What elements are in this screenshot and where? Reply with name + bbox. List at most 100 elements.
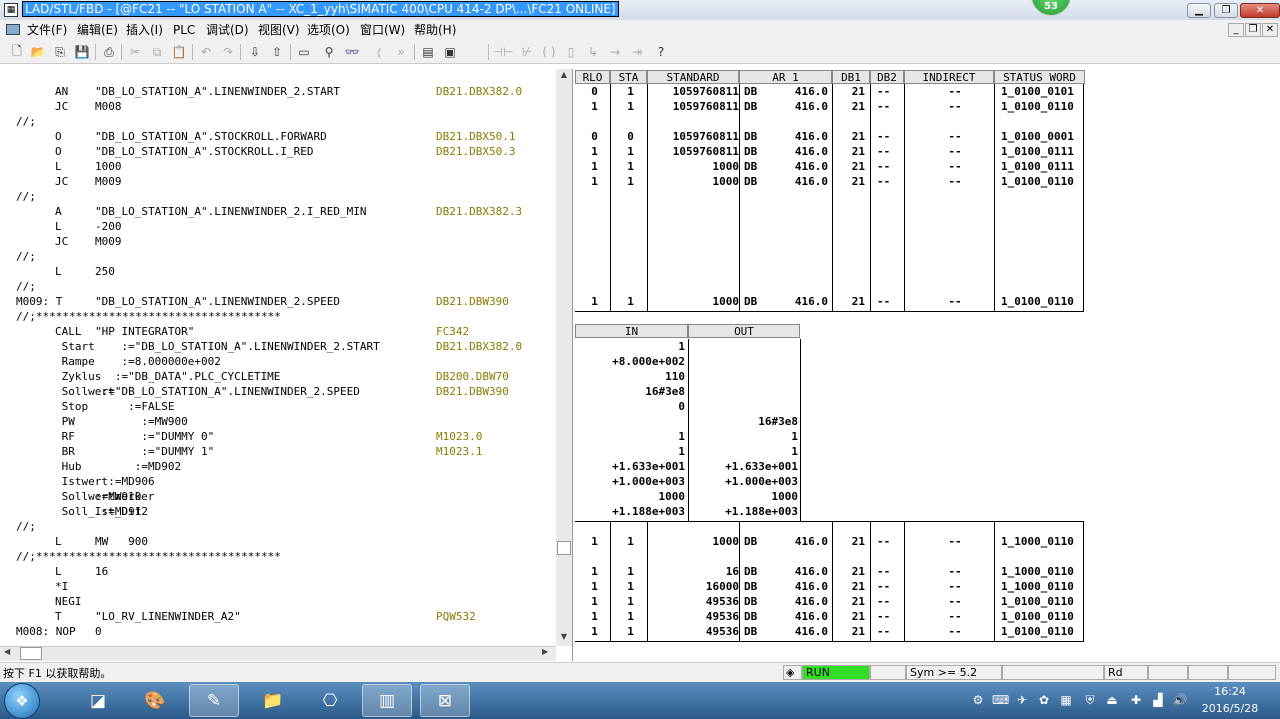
monitor-icon[interactable]: ▭ [295, 43, 313, 61]
tray-icon[interactable]: ▦ [1058, 692, 1074, 708]
code-line[interactable]: AN "DB_LO_STATION_A".LINENWINDER_2.START D… [0, 84, 556, 99]
code-line[interactable]: //; [0, 189, 556, 204]
code-line[interactable]: O "DB_LO_STATION_A".STOCKROLL.I_RED DB21.D… [0, 144, 556, 159]
menu-insert[interactable]: 插入(I) [126, 22, 163, 38]
code-line[interactable]: Start :="DB_LO_STATION_A".LINENWINDER_2.… [0, 339, 556, 354]
tray-network-icon[interactable]: ▟ [1150, 692, 1166, 708]
horizontal-scrollbar[interactable] [0, 646, 556, 661]
next-icon[interactable]: » [392, 43, 410, 61]
panel2-icon[interactable]: ▣ [441, 43, 459, 61]
taskbar-pdf-icon[interactable]: ⎔ [305, 684, 355, 717]
mdi-document-icon[interactable] [6, 24, 20, 35]
accessible-nodes-icon[interactable]: ⎘ [51, 43, 69, 61]
code-line[interactable]: L 1000 [0, 159, 556, 174]
tray-shield-icon[interactable]: ⛨ [1082, 692, 1098, 708]
scroll-down-icon[interactable]: ▼ [557, 632, 571, 644]
restore-button[interactable]: ❐ [1214, 3, 1238, 18]
code-line[interactable]: NEGI [0, 594, 556, 609]
taskbar-folder-icon[interactable]: 📁 [248, 684, 298, 717]
code-line[interactable]: PW :=MW900 [0, 414, 556, 429]
code-line[interactable]: Zyklus :="DB_DATA".PLC_CYCLETIME DB200.DB… [0, 369, 556, 384]
tray-icon[interactable]: ✈ [1014, 692, 1030, 708]
overview-icon[interactable]: ⚲ [320, 43, 338, 61]
menu-options[interactable]: 选项(O) [307, 22, 350, 38]
menu-file[interactable]: 文件(F) [27, 22, 67, 38]
glasses-icon[interactable]: 👓 [343, 43, 361, 61]
menu-debug[interactable]: 调试(D) [206, 22, 249, 38]
tray-icon[interactable]: ⚙ [970, 692, 986, 708]
menu-window[interactable]: 窗口(W) [360, 22, 405, 38]
coil-icon[interactable]: ( ) [540, 43, 558, 61]
clock-date[interactable]: 2016/5/28 [1200, 702, 1260, 715]
code-line[interactable]: T "LO_RV_LINENWINDER_A2" PQW532 [0, 609, 556, 624]
upload-icon[interactable]: ⇧ [268, 43, 286, 61]
taskbar-explorer-icon[interactable]: ◪ [73, 684, 123, 717]
code-line[interactable]: JC M009 [0, 174, 556, 189]
minimize-button[interactable]: ▁ [1187, 3, 1211, 18]
code-line[interactable]: CALL "HP INTEGRATOR" FC342 [0, 324, 556, 339]
scroll-right-icon[interactable]: ▶ [542, 647, 548, 656]
code-line[interactable]: Sollwertmerker:=MW910 [0, 489, 556, 504]
code-line[interactable]: //; [0, 114, 556, 129]
code-line[interactable]: L 250 [0, 264, 556, 279]
redo-icon[interactable]: ↷ [219, 43, 237, 61]
code-line[interactable]: Soll_Ist_Dif :=MD912 [0, 504, 556, 519]
close-button[interactable]: ✕ [1240, 3, 1280, 18]
contact-no-icon[interactable]: ⊣⊢ [493, 43, 514, 61]
tray-volume-icon[interactable]: 🔊 [1172, 692, 1188, 708]
horizontal-scroll-thumb[interactable] [20, 647, 42, 660]
taskbar-paint-icon[interactable]: 🎨 [130, 684, 180, 717]
code-line[interactable]: Rampe :=8.000000e+002 [0, 354, 556, 369]
app-icon[interactable]: ▦ [4, 3, 18, 17]
code-line[interactable]: //;************************************* [0, 309, 556, 324]
paste-icon[interactable]: 📋 [170, 43, 188, 61]
mdi-minimize-button[interactable]: _ [1228, 23, 1244, 37]
tray-icon[interactable]: ✚ [1128, 692, 1144, 708]
code-line[interactable]: Sollwert :="DB_LO_STATION_A".LINENWINDER… [0, 384, 556, 399]
code-line[interactable]: //;************************************* [0, 549, 556, 564]
code-line[interactable]: JC M009 [0, 234, 556, 249]
tray-icon[interactable]: ✿ [1036, 692, 1052, 708]
branch-close-icon[interactable]: → [606, 43, 624, 61]
cut-icon[interactable]: ✂ [126, 43, 144, 61]
tray-device-icon[interactable]: ⏏ [1104, 692, 1120, 708]
code-line[interactable]: *I [0, 579, 556, 594]
code-line[interactable]: JC M008 [0, 99, 556, 114]
menu-help[interactable]: 帮助(H) [414, 22, 456, 38]
code-line[interactable]: RF :="DUMMY 0" M1023.0 [0, 429, 556, 444]
taskbar-simatic-icon[interactable]: ⊠ [420, 684, 470, 717]
vertical-scrollbar[interactable] [556, 69, 572, 646]
code-line[interactable]: L MW 900 [0, 534, 556, 549]
breakpoint-icon[interactable]: ⦅ [370, 43, 388, 61]
taskbar-ladder-icon[interactable]: ▥ [362, 684, 412, 717]
mdi-restore-button[interactable]: ❐ [1245, 23, 1261, 37]
download-icon[interactable]: ⇩ [246, 43, 264, 61]
contact-nc-icon[interactable]: ⊬ [518, 43, 536, 61]
scroll-up-icon[interactable]: ▲ [557, 70, 571, 82]
clock-time[interactable]: 16:24 [1200, 685, 1260, 698]
scroll-left-icon[interactable]: ◀ [4, 647, 10, 656]
connect-icon[interactable]: ⇥ [628, 43, 646, 61]
code-line[interactable]: Hub :=MD902 [0, 459, 556, 474]
open-icon[interactable]: 📂 [29, 43, 47, 61]
print-icon[interactable]: ⎙ [100, 43, 118, 61]
box-icon[interactable]: ▯ [562, 43, 580, 61]
code-line[interactable]: //; [0, 249, 556, 264]
taskbar-pen-icon[interactable]: ✎ [189, 684, 239, 717]
menu-edit[interactable]: 编辑(E) [77, 22, 118, 38]
save-icon[interactable]: 💾 [73, 43, 91, 61]
new-icon[interactable]: 🗋 [8, 43, 26, 61]
mdi-close-button[interactable]: ✕ [1262, 23, 1278, 37]
code-line[interactable]: A "DB_LO_STATION_A".LINENWINDER_2.I_RED_M… [0, 204, 556, 219]
tray-language-icon[interactable]: ⌨ [992, 692, 1009, 708]
code-line[interactable]: L -200 [0, 219, 556, 234]
code-line[interactable]: Istwert :=MD906 [0, 474, 556, 489]
code-line[interactable]: M008: NOP 0 [0, 624, 556, 639]
code-line[interactable]: O "DB_LO_STATION_A".STOCKROLL.FORWARD DB21… [0, 129, 556, 144]
panel-icon[interactable]: ▤ [419, 43, 437, 61]
copy-icon[interactable]: ⧉ [148, 43, 166, 61]
code-editor[interactable]: AN "DB_LO_STATION_A".LINENWINDER_2.START D… [0, 69, 573, 661]
menu-view[interactable]: 视图(V) [258, 22, 300, 38]
menu-plc[interactable]: PLC [173, 22, 195, 38]
help-icon[interactable]: ? [652, 43, 670, 61]
